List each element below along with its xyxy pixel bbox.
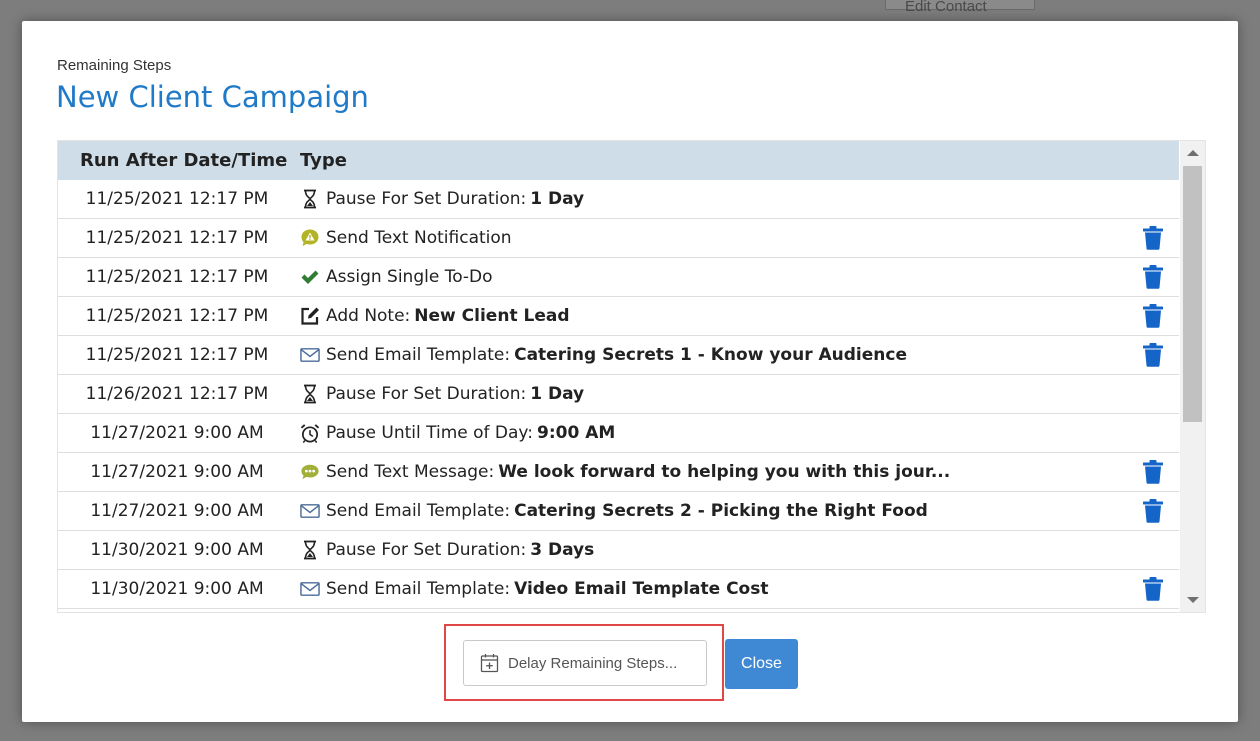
row-type-value: We look forward to helping you with this… — [498, 462, 951, 482]
row-type-value: Catering Secrets 1 - Know your Audience — [514, 345, 907, 365]
close-button[interactable]: Close — [725, 639, 798, 689]
row-type-label: Send Email Template: — [326, 501, 511, 521]
row-date: 11/27/2021 9:00 AM — [90, 462, 264, 482]
steps-table: Run After Date/Time Type 11/25/2021 12:1… — [57, 140, 1206, 613]
row-type-label: Add Note: — [326, 306, 411, 326]
row-type-label: Send Text Notification — [326, 228, 512, 248]
table-row: 11/25/2021 12:17 PM Assign Single To-Do — [58, 258, 1179, 297]
envelope-icon — [300, 345, 320, 365]
row-type: Pause For Set Duration: 1 Day — [300, 384, 584, 404]
row-date: 11/25/2021 12:17 PM — [85, 228, 269, 248]
envelope-icon — [300, 579, 320, 599]
table-row: 11/25/2021 12:17 PM Send Email Template: C… — [58, 336, 1179, 375]
row-type: Send Email Template: Catering Secrets 2 -… — [300, 501, 928, 521]
row-type-label: Pause For Set Duration: — [326, 189, 527, 209]
column-header-date: Run After Date/Time — [80, 150, 288, 171]
table-row: 11/27/2021 9:00 AM Send Email Template: Ca… — [58, 492, 1179, 531]
row-type-value: 3 Days — [530, 540, 595, 560]
alarm-clock-icon — [300, 423, 320, 443]
modal-title: New Client Campaign — [56, 80, 369, 114]
row-type: Pause For Set Duration: 1 Day — [300, 189, 584, 209]
alert-bubble-icon — [300, 228, 320, 248]
row-type-label: Send Email Template: — [326, 579, 511, 599]
hourglass-icon — [300, 189, 320, 209]
column-header-type: Type — [300, 150, 347, 171]
row-type-label: Pause For Set Duration: — [326, 384, 527, 404]
background-edit-contact-link: Edit Contact — [905, 0, 987, 15]
row-date: 11/30/2021 9:00 AM — [90, 579, 264, 599]
row-type-value: Catering Secrets 2 - Picking the Right F… — [514, 501, 928, 521]
scroll-up-arrow-icon[interactable] — [1187, 150, 1199, 156]
row-date: 11/27/2021 9:00 AM — [90, 501, 264, 521]
table-row: 11/25/2021 12:17 PM Add Note: New Client L… — [58, 297, 1179, 336]
table-row: 11/25/2021 12:17 PM Send Text Notificatio… — [58, 219, 1179, 258]
trash-icon[interactable] — [1142, 264, 1166, 290]
row-type-label: Pause Until Time of Day: — [326, 423, 533, 443]
trash-icon[interactable] — [1142, 498, 1166, 524]
scroll-down-arrow-icon[interactable] — [1187, 597, 1199, 603]
row-type: Pause For Set Duration: 3 Days — [300, 540, 594, 560]
row-type: Add Note: New Client Lead — [300, 306, 570, 326]
trash-icon[interactable] — [1142, 459, 1166, 485]
scrollbar-thumb[interactable] — [1183, 166, 1202, 422]
modal-subtitle: Remaining Steps — [57, 57, 172, 74]
row-date: 11/25/2021 12:17 PM — [85, 267, 269, 287]
row-type: Pause Until Time of Day: 9:00 AM — [300, 423, 615, 443]
row-type: Send Email Template: Catering Secrets 1 -… — [300, 345, 907, 365]
hourglass-icon — [300, 540, 320, 560]
table-scrollbar[interactable] — [1180, 141, 1205, 612]
table-body: 11/25/2021 12:17 PM Pause For Set Duratio… — [58, 180, 1179, 609]
checkmark-icon — [300, 267, 320, 287]
row-date: 11/30/2021 9:00 AM — [90, 540, 264, 560]
row-type: Send Text Message: We look forward to hel… — [300, 462, 950, 482]
row-type: Send Email Template: Video Email Template… — [300, 579, 768, 599]
chat-bubble-icon — [300, 462, 320, 482]
row-date: 11/26/2021 12:17 PM — [85, 384, 269, 404]
row-type-label: Pause For Set Duration: — [326, 540, 527, 560]
row-type-label: Send Text Message: — [326, 462, 495, 482]
delay-button-label: Delay Remaining Steps... — [508, 654, 678, 672]
calendar-plus-icon — [480, 654, 499, 673]
row-date: 11/27/2021 9:00 AM — [90, 423, 264, 443]
row-type-label: Send Email Template: — [326, 345, 511, 365]
row-type-label: Assign Single To-Do — [326, 267, 493, 287]
table-row: 11/26/2021 12:17 PM Pause For Set Duratio… — [58, 375, 1179, 414]
row-type-value: 1 Day — [530, 189, 585, 209]
row-date: 11/25/2021 12:17 PM — [85, 189, 269, 209]
envelope-icon — [300, 501, 320, 521]
table-row: 11/27/2021 9:00 AM Pause Until Time of Da… — [58, 414, 1179, 453]
row-date: 11/25/2021 12:17 PM — [85, 306, 269, 326]
row-date: 11/25/2021 12:17 PM — [85, 345, 269, 365]
table-row: 11/30/2021 9:00 AM Pause For Set Duration… — [58, 531, 1179, 570]
row-type-value: New Client Lead — [414, 306, 570, 326]
remaining-steps-modal: Remaining Steps New Client Campaign Run … — [22, 21, 1238, 722]
row-type-value: 1 Day — [530, 384, 585, 404]
table-row: 11/27/2021 9:00 AM Send Text Message: We l… — [58, 453, 1179, 492]
trash-icon[interactable] — [1142, 576, 1166, 602]
hourglass-icon — [300, 384, 320, 404]
table-header: Run After Date/Time Type — [58, 141, 1179, 180]
edit-note-icon — [300, 306, 320, 326]
trash-icon[interactable] — [1142, 225, 1166, 251]
row-type-value: Video Email Template Cost — [514, 579, 769, 599]
table-row: 11/25/2021 12:17 PM Pause For Set Duratio… — [58, 180, 1179, 219]
row-type-value: 9:00 AM — [537, 423, 616, 443]
table-row: 11/30/2021 9:00 AM Send Email Template: Vi… — [58, 570, 1179, 609]
delay-remaining-steps-button[interactable]: Delay Remaining Steps... — [463, 640, 707, 686]
row-type: Send Text Notification — [300, 228, 512, 248]
trash-icon[interactable] — [1142, 303, 1166, 329]
row-type: Assign Single To-Do — [300, 267, 493, 287]
trash-icon[interactable] — [1142, 342, 1166, 368]
